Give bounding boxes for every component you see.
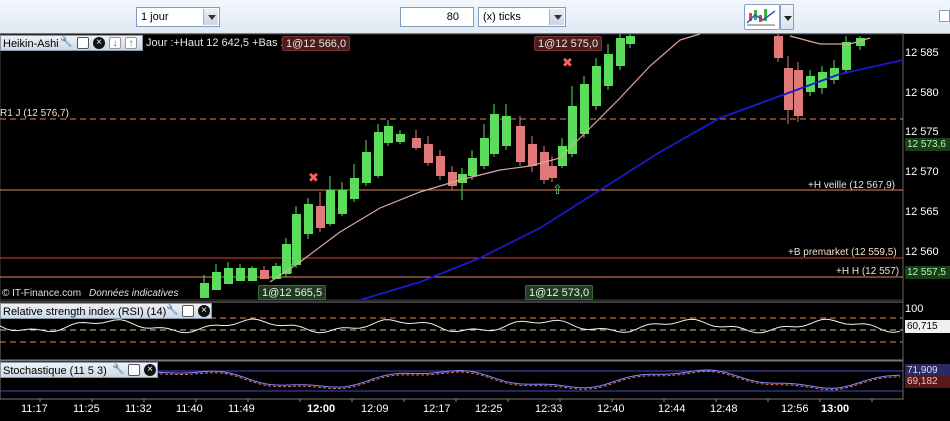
rsi-panel-title[interactable]: Relative strength index (RSI) (14) xyxy=(0,303,212,319)
last-price-box: 12 573,6 xyxy=(905,138,950,151)
close-icon[interactable]: × xyxy=(144,364,156,376)
candle-body xyxy=(468,158,477,176)
disclaimer-text: Données indicatives xyxy=(89,288,179,299)
time-tick: 11:40 xyxy=(176,403,203,415)
candle-body xyxy=(362,152,371,183)
y-tick: 12 560 xyxy=(905,246,939,258)
candle-body xyxy=(338,190,347,214)
candle-body xyxy=(316,206,325,228)
candle-body xyxy=(502,116,511,146)
candle-body xyxy=(604,54,613,86)
buy-arrow-icon[interactable]: ↑ xyxy=(125,37,137,49)
sell-arrow-icon[interactable]: ↓ xyxy=(109,37,121,49)
candle-body xyxy=(292,214,301,265)
wrench-icon[interactable]: 🔧 xyxy=(166,305,178,317)
order-tag-buy[interactable]: 1@12 565,5 xyxy=(258,285,327,300)
trading-window: 1 jour 80 (x) ticks ✖✖⇧⇧ Heikin-Ashi xyxy=(0,0,950,421)
wrench-icon[interactable]: 🔧 xyxy=(112,364,124,376)
time-tick: 11:17 xyxy=(21,403,48,415)
time-tick: 12:33 xyxy=(535,403,563,415)
time-tick: 11:25 xyxy=(73,403,100,415)
level-label-b-premarket: +B premarket (12 559,5) xyxy=(788,247,897,258)
candle-body xyxy=(528,144,537,166)
candle-body xyxy=(626,36,635,44)
candle-body xyxy=(774,36,783,58)
rsi-panel-title-text: Relative strength index (RSI) (14) xyxy=(3,306,167,318)
candle-body xyxy=(424,144,433,163)
stoch-d-value: 69,182 xyxy=(905,375,950,388)
candle-body xyxy=(326,190,335,224)
candle-body xyxy=(224,268,233,284)
candle-body xyxy=(540,152,549,180)
candle-body xyxy=(516,126,525,162)
close-icon[interactable]: × xyxy=(198,305,210,317)
wrench-icon[interactable]: 🔧 xyxy=(60,37,72,49)
time-tick: 12:25 xyxy=(475,403,503,415)
level-label-r1: R1 J (12 576,7) xyxy=(0,108,69,119)
time-tick: 12:17 xyxy=(423,403,451,415)
candle-body xyxy=(480,138,489,166)
candle-body xyxy=(200,283,209,298)
sell-marker-icon: ✖ xyxy=(562,56,573,71)
order-tag-sell[interactable]: 1@12 566,0 xyxy=(282,36,351,51)
buy-marker-icon: ⇧ xyxy=(285,262,296,277)
time-tick: 12:48 xyxy=(710,403,738,415)
candle-body xyxy=(412,138,421,148)
level-label-h-veille: +H veille (12 567,9) xyxy=(808,180,895,191)
rsi-top-value: 100 xyxy=(905,303,924,315)
candle-body xyxy=(436,156,445,176)
candle-body xyxy=(236,268,245,281)
time-tick: 12:44 xyxy=(658,403,686,415)
price-panel-title-text: Heikin-Ashi xyxy=(3,38,59,50)
time-tick: 11:32 xyxy=(125,403,152,415)
time-tick: 12:56 xyxy=(781,403,809,415)
time-tick: 13:00 xyxy=(821,403,850,415)
sell-marker-icon: ✖ xyxy=(308,171,319,186)
window-icon[interactable] xyxy=(182,305,194,317)
candle-body xyxy=(260,270,269,279)
y-tick: 12 570 xyxy=(905,166,939,178)
order-tag-sell[interactable]: 1@12 575,0 xyxy=(534,36,603,51)
candle-body xyxy=(784,68,793,110)
stoch-panel-title-text: Stochastique (11 5 3) xyxy=(3,365,107,377)
y-tick: 12 580 xyxy=(905,87,939,99)
copyright-text: © IT-Finance.com xyxy=(2,288,82,299)
rsi-current-value: 60,715 xyxy=(905,320,950,333)
level-price-box: 12 557,5 xyxy=(905,266,950,279)
buy-marker-icon: ⇧ xyxy=(552,183,563,198)
candle-body xyxy=(548,166,557,178)
candle-body xyxy=(350,178,359,199)
window-icon[interactable] xyxy=(128,364,140,376)
y-tick: 12 575 xyxy=(905,126,939,138)
candle-body xyxy=(304,204,313,234)
level-label-hh: +H H (12 557) xyxy=(836,266,900,277)
candle-body xyxy=(580,84,589,134)
candle-body xyxy=(616,38,625,66)
candle-body xyxy=(384,126,393,143)
y-tick: 12 565 xyxy=(905,206,939,218)
candle-body xyxy=(248,268,257,281)
time-tick: 12:00 xyxy=(307,403,336,415)
candle-body xyxy=(568,106,577,154)
time-tick: 11:49 xyxy=(228,403,255,415)
candle-body xyxy=(490,114,499,154)
candle-body xyxy=(842,42,851,70)
time-tick: 12:40 xyxy=(597,403,625,415)
candle-body xyxy=(396,134,405,142)
candle-body xyxy=(794,70,803,116)
candle-body xyxy=(448,172,457,186)
y-tick: 12 585 xyxy=(905,47,939,59)
order-tag-buy[interactable]: 1@12 573,0 xyxy=(525,285,594,300)
close-icon[interactable]: × xyxy=(93,37,105,49)
candle-body xyxy=(212,272,221,290)
candle-body xyxy=(592,66,601,106)
candle-body xyxy=(374,132,383,176)
window-icon[interactable] xyxy=(77,37,89,49)
time-tick: 12:09 xyxy=(361,403,389,415)
chart-canvas[interactable]: ✖ ✖ ⇧ ⇧ xyxy=(0,0,950,421)
